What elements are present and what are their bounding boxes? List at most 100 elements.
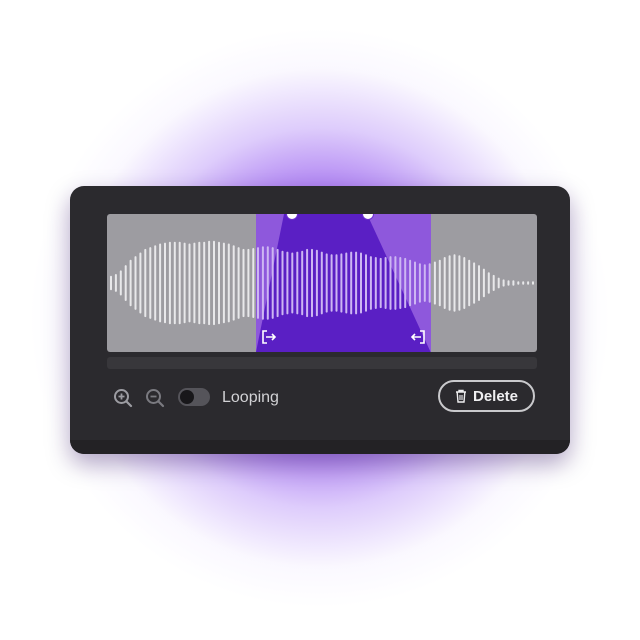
waveform-bar: [237, 247, 240, 319]
waveform-bar: [193, 242, 196, 324]
waveform-bar-selected: [399, 257, 402, 309]
waveform-bar: [164, 242, 166, 324]
waveform-bar-selected: [291, 252, 294, 314]
waveform-bar: [139, 252, 142, 314]
waveform-bar: [183, 242, 186, 324]
waveform-bar-selected: [350, 251, 353, 315]
waveform-bar-selected: [360, 252, 363, 314]
waveform-bar: [124, 265, 127, 301]
zoom-out-icon[interactable]: [144, 387, 166, 409]
waveform-bar-selected: [379, 257, 382, 309]
waveform-bar-selected: [340, 253, 343, 313]
waveform-bar: [453, 254, 456, 312]
trim-start-icon[interactable]: [261, 329, 277, 345]
waveform-bar-selected: [404, 257, 407, 309]
waveform-bar: [168, 241, 171, 325]
waveform-bar-selected: [330, 254, 333, 312]
waveform-bar: [119, 270, 122, 296]
waveform-bar: [129, 259, 132, 307]
waveform-bar: [502, 279, 505, 287]
waveform-bar: [203, 241, 206, 325]
waveform-bar-selected: [409, 259, 412, 307]
audio-trimmer-panel: Looping Delete: [70, 186, 570, 454]
selection-region[interactable]: [256, 214, 431, 352]
waveform-bar-selected: [281, 250, 284, 316]
toolbar: Looping Delete: [107, 380, 537, 416]
waveform-bar-selected: [355, 251, 358, 315]
waveform-bar: [242, 248, 245, 318]
waveform-bar-selected: [414, 261, 417, 305]
waveform-bar: [247, 248, 250, 318]
waveform-bar-selected: [262, 246, 265, 320]
waveform-bar-selected: [267, 246, 270, 320]
waveform-bar: [208, 240, 211, 326]
waveform-bar-selected: [321, 251, 324, 315]
waveform-bar-selected: [389, 256, 392, 310]
waveform-bar: [227, 243, 230, 323]
waveform-bar-selected: [365, 254, 368, 312]
waveform-bar-selected: [276, 248, 279, 318]
waveform-bar: [154, 245, 157, 321]
waveform-bar: [134, 256, 137, 310]
waveform-bar-selected: [419, 263, 422, 303]
trash-icon: [455, 389, 466, 403]
delete-label: Delete: [472, 387, 519, 405]
looping-toggle[interactable]: [178, 388, 210, 406]
waveform-bar-selected: [375, 257, 378, 309]
toggle-knob: [180, 390, 194, 404]
waveform-bar: [144, 248, 147, 318]
waveform-bar: [458, 255, 461, 311]
waveform-bar-selected: [394, 256, 397, 310]
waveform-bar: [114, 274, 117, 292]
waveform-bar: [507, 280, 510, 286]
waveform-bar: [433, 261, 436, 305]
waveform-bar: [149, 247, 152, 319]
waveform-bar: [438, 259, 441, 307]
selection-highlight: [256, 214, 431, 352]
waveform-bar-selected: [306, 248, 309, 318]
trim-end-icon[interactable]: [410, 329, 426, 345]
waveform-bar: [110, 275, 112, 291]
waveform-bar-selected: [286, 251, 289, 315]
waveform-bar: [522, 281, 525, 285]
waveform-bar: [532, 281, 534, 285]
waveform-bar-selected: [325, 253, 328, 313]
waveform-bar: [463, 257, 466, 309]
waveform-bar: [213, 240, 215, 326]
waveform-bar: [448, 255, 451, 311]
waveform-bar: [512, 280, 515, 286]
waveform-track[interactable]: [107, 214, 537, 352]
waveform-bar-selected: [428, 263, 431, 303]
waveform-bar: [188, 243, 191, 323]
delete-button[interactable]: Delete: [438, 380, 535, 412]
waveform-bar: [487, 272, 490, 294]
panel-base: [70, 440, 570, 454]
waveform-bar-selected: [345, 252, 348, 314]
looping-label: Looping: [222, 389, 279, 406]
waveform-bar: [527, 281, 530, 285]
waveform-bar: [178, 241, 181, 325]
waveform-bar-selected: [271, 247, 274, 319]
zoom-in-icon[interactable]: [112, 387, 134, 409]
waveform-bar: [492, 274, 495, 291]
timeline-scrollbar[interactable]: [107, 357, 537, 369]
waveform-bar-selected: [316, 249, 319, 317]
waveform-bar: [252, 248, 255, 318]
waveform-bar: [482, 268, 485, 298]
waveform-bar: [478, 265, 480, 301]
waveform-bar: [173, 241, 176, 325]
waveform-bar: [198, 241, 201, 325]
waveform-bar: [517, 281, 520, 285]
waveform-bar-selected: [384, 257, 387, 309]
waveform-bar-selected: [296, 251, 299, 315]
waveform-bar: [222, 242, 225, 324]
waveform-bar: [218, 241, 220, 325]
waveform-bar-selected: [424, 264, 427, 302]
waveform-bar-selected: [257, 247, 260, 319]
waveform-bar: [232, 245, 235, 321]
waveform-bar: [473, 262, 476, 304]
waveform-bar: [497, 277, 500, 289]
waveform-bar: [468, 259, 471, 307]
waveform-bar-selected: [311, 248, 314, 318]
waveform-bar-selected: [301, 250, 304, 316]
